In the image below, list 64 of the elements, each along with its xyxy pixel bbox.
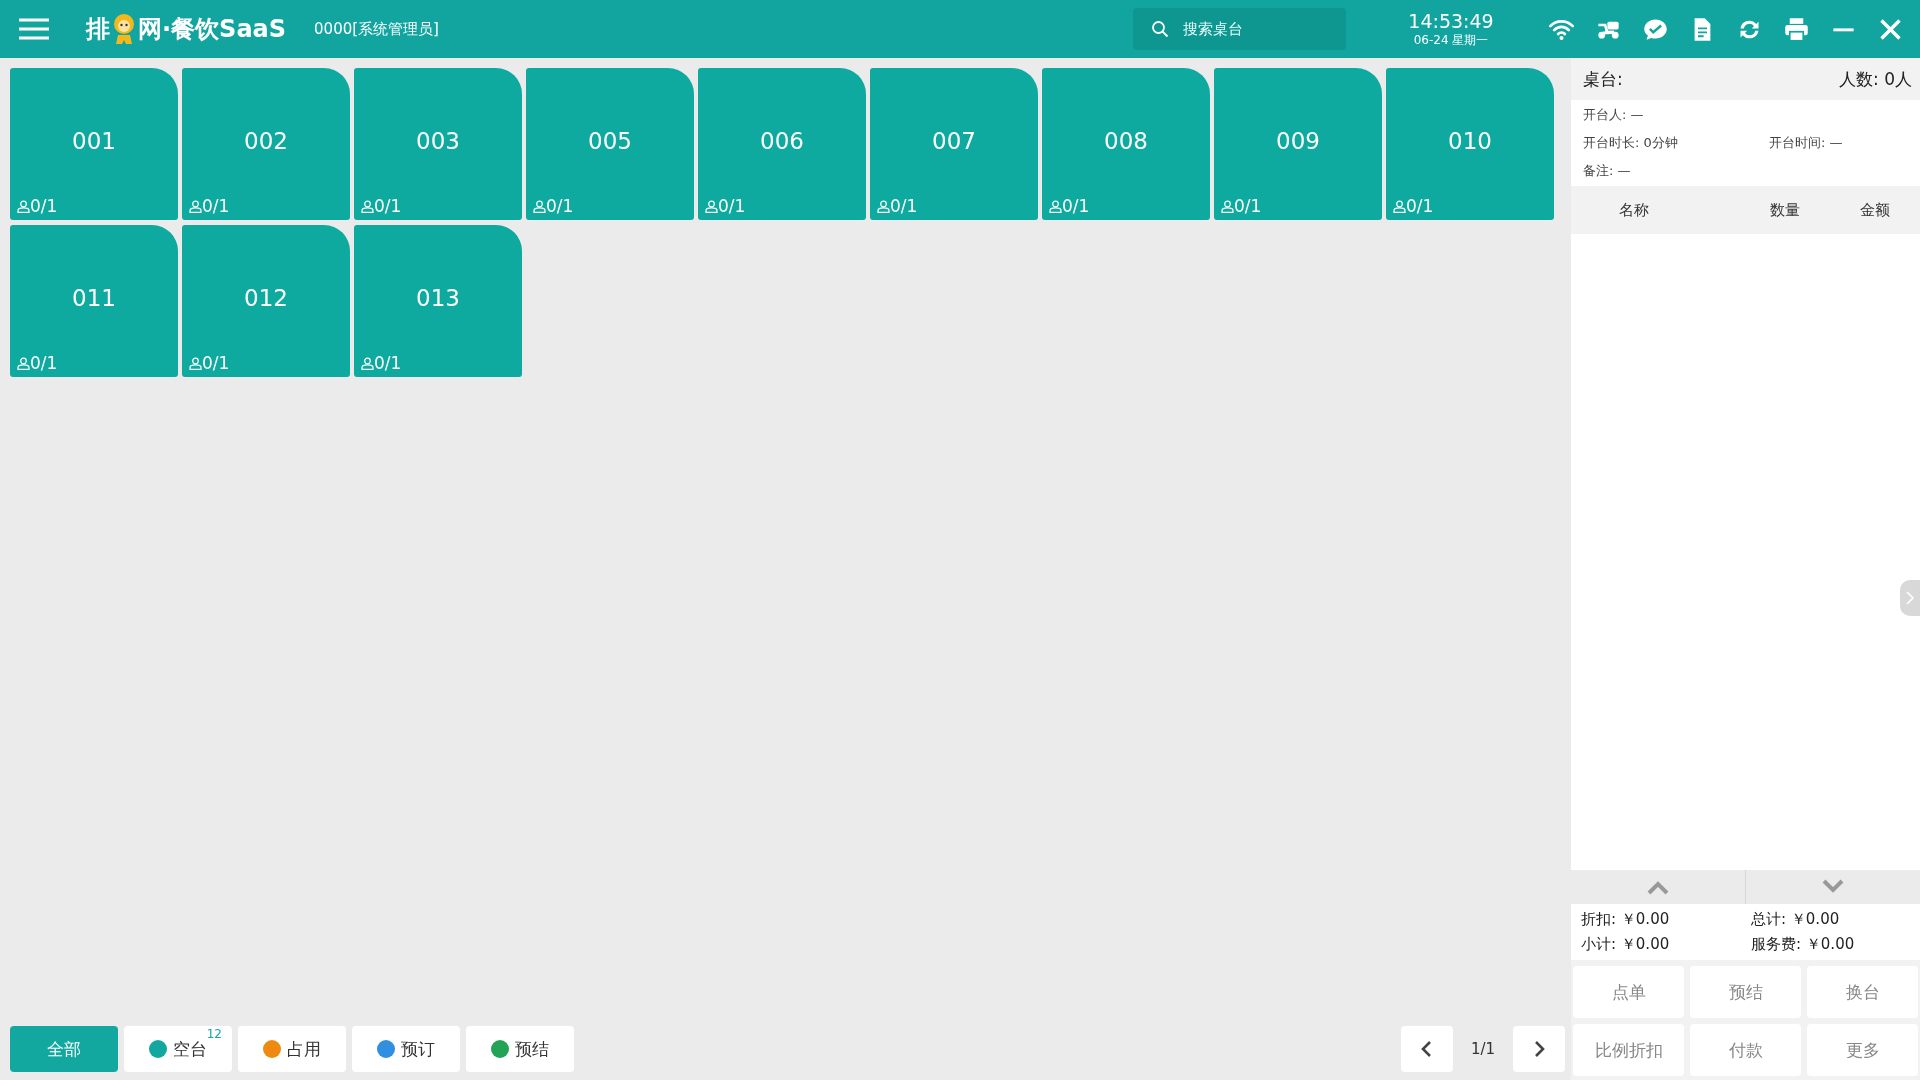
table-label: 桌台: — [1583, 67, 1623, 91]
person-icon — [705, 199, 718, 213]
menu-icon[interactable] — [18, 17, 50, 41]
clock-date: 06-24 星期一 — [1413, 31, 1489, 49]
column-header: 数量 — [1769, 200, 1801, 220]
table-tile[interactable]: 003 0/1 — [354, 68, 522, 220]
person-icon — [1221, 199, 1234, 213]
action-button[interactable]: 比例折扣 — [1573, 1024, 1684, 1076]
chevron-down-icon — [1821, 879, 1845, 895]
user-label: 0000[系统管理员] — [314, 19, 439, 39]
table-tile[interactable]: 013 0/1 — [354, 225, 522, 377]
status-count: 12 — [206, 1027, 222, 1041]
chevron-up-icon — [1646, 879, 1670, 895]
clock-time: 14:53:49 — [1408, 9, 1494, 32]
table-tile[interactable]: 007 0/1 — [870, 68, 1038, 220]
person-icon — [877, 199, 890, 213]
status-filter-tab[interactable]: 空台 12 — [124, 1026, 232, 1072]
person-icon — [1049, 199, 1062, 213]
open-time-label: 开台时间: — — [1769, 134, 1844, 152]
table-tile[interactable]: 008 0/1 — [1042, 68, 1210, 220]
person-icon — [361, 199, 374, 213]
action-button[interactable]: 付款 — [1690, 1024, 1801, 1076]
chevron-right-icon — [1905, 591, 1915, 605]
search-icon — [1151, 20, 1169, 38]
table-tile[interactable]: 006 0/1 — [698, 68, 866, 220]
column-header: 名称 — [1618, 200, 1650, 220]
table-tile[interactable]: 012 0/1 — [182, 225, 350, 377]
action-button[interactable]: 更多 — [1807, 1024, 1918, 1076]
total-label: 服务费: ￥0.00 — [1751, 935, 1856, 954]
total-label: 小计: ￥0.00 — [1581, 935, 1671, 954]
next-page-button[interactable] — [1513, 1026, 1565, 1072]
duration-label: 开台时长: 0分钟 — [1583, 134, 1679, 152]
table-tile[interactable]: 005 0/1 — [526, 68, 694, 220]
total-label: 总计: ￥0.00 — [1751, 910, 1841, 929]
page-indicator: 1/1 — [1469, 1040, 1497, 1058]
status-filter-tab[interactable]: 预订 — [352, 1026, 460, 1072]
people-count: 人数: 0人 — [1839, 67, 1912, 91]
table-tile[interactable]: 009 0/1 — [1214, 68, 1382, 220]
status-filter-tab[interactable]: 全部 — [10, 1026, 118, 1072]
column-header: 金额 — [1859, 200, 1891, 220]
person-icon — [1393, 199, 1406, 213]
table-tile[interactable]: 002 0/1 — [182, 68, 350, 220]
table-tile[interactable]: 001 0/1 — [10, 68, 178, 220]
note-label: 备注: — — [1583, 162, 1632, 180]
person-icon — [17, 199, 30, 213]
person-icon — [17, 356, 30, 370]
action-button[interactable]: 换台 — [1807, 966, 1918, 1018]
action-button[interactable]: 点单 — [1573, 966, 1684, 1018]
total-label: 折扣: ￥0.00 — [1581, 910, 1671, 929]
person-icon — [361, 356, 374, 370]
person-icon — [189, 199, 202, 213]
logo-text: 排 — [86, 14, 110, 45]
person-icon — [533, 199, 546, 213]
action-button[interactable]: 预结 — [1690, 966, 1801, 1018]
printer-icon[interactable] — [1783, 15, 1810, 43]
status-filter-tab[interactable]: 预结 — [466, 1026, 574, 1072]
status-filter-tab[interactable]: 占用 — [238, 1026, 346, 1072]
table-tile[interactable]: 011 0/1 — [10, 225, 178, 377]
logo-text: 网·餐饮SaaS — [138, 14, 287, 45]
previous-page-button[interactable] — [1401, 1026, 1453, 1072]
search-field[interactable]: 搜索桌台 — [1133, 8, 1346, 50]
table-tile[interactable]: 010 0/1 — [1386, 68, 1554, 220]
person-icon — [189, 356, 202, 370]
opener-label: 开台人: — — [1583, 106, 1645, 124]
